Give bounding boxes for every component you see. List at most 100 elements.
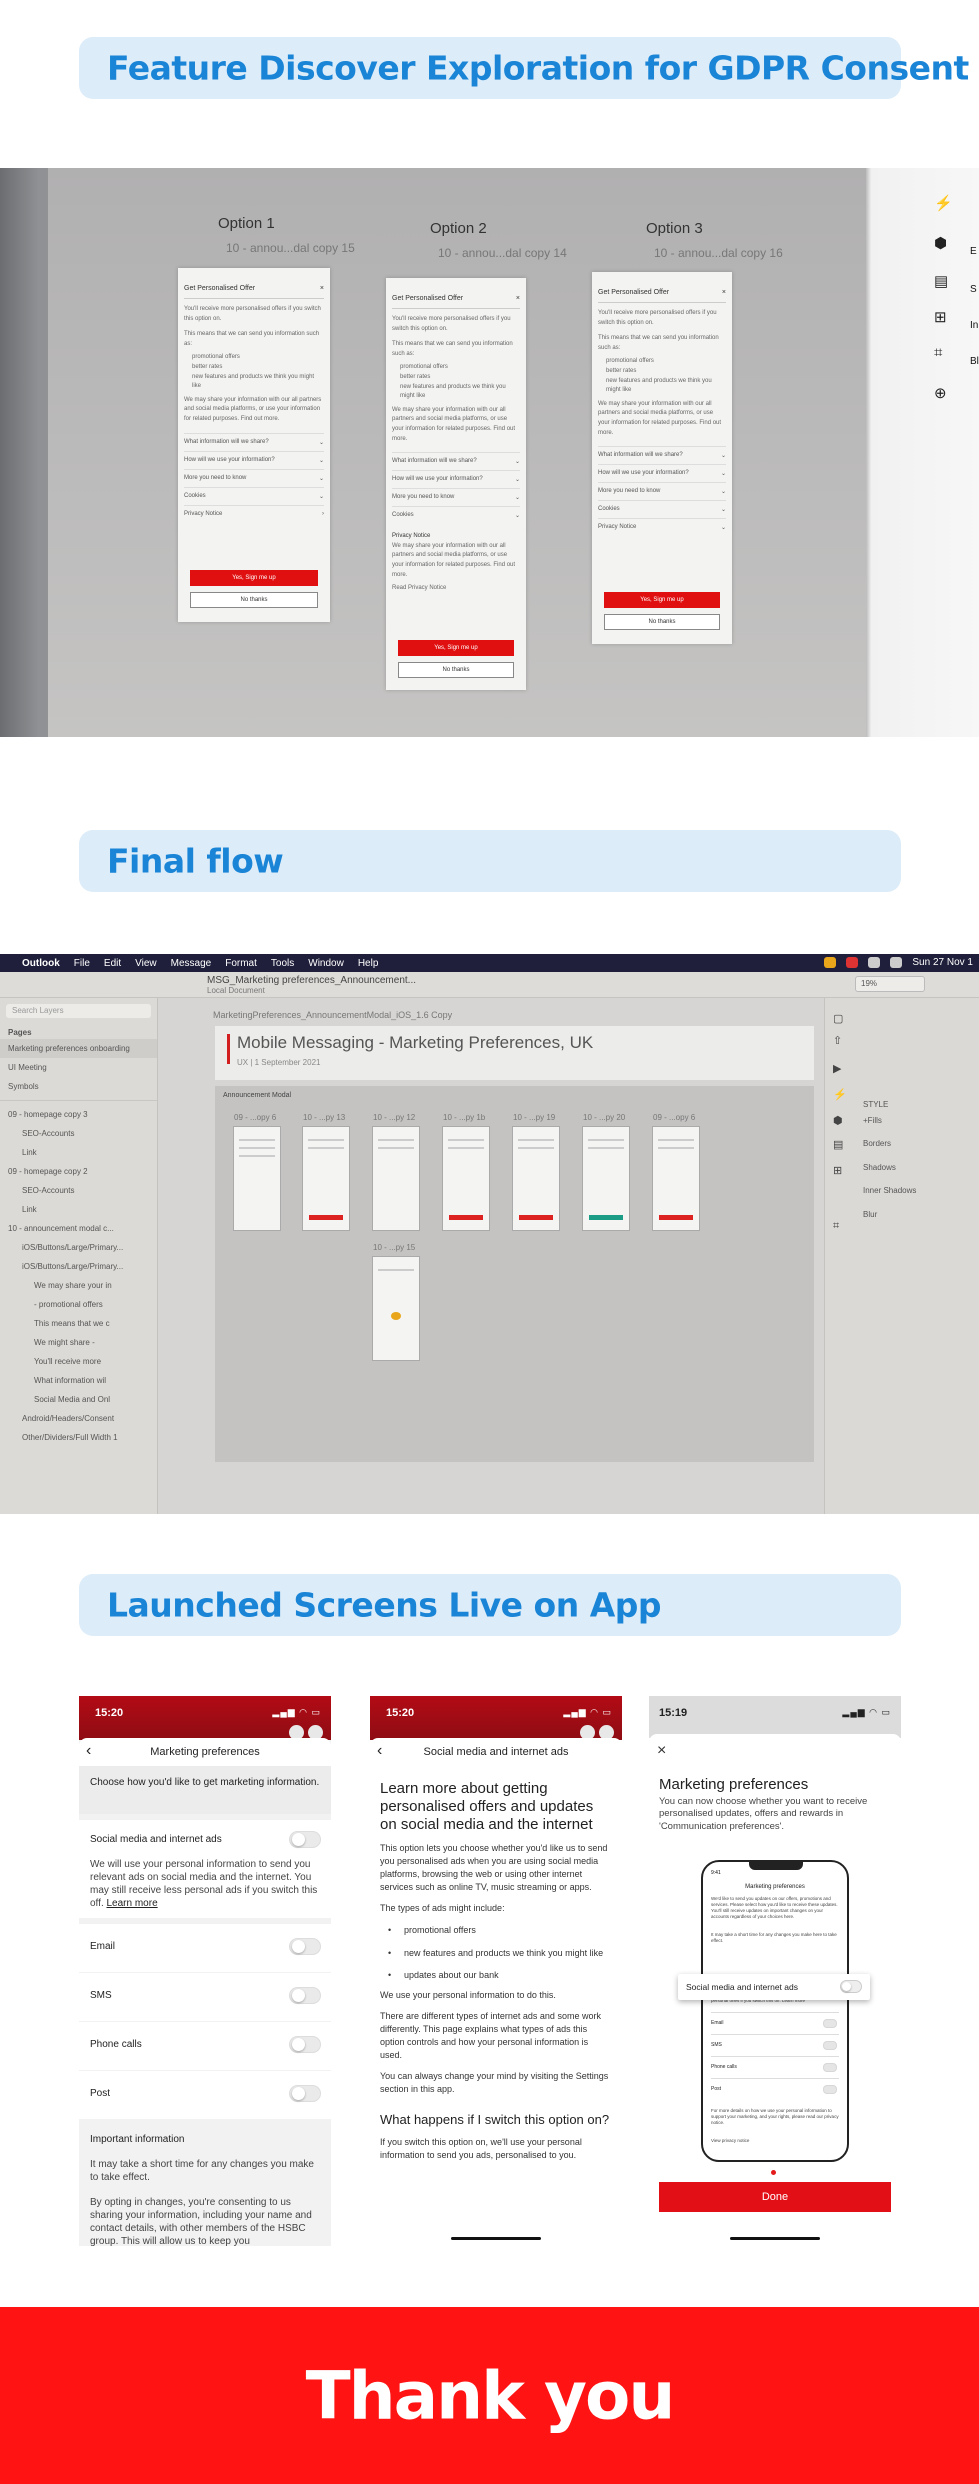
done-button[interactable]: Done (659, 2182, 891, 2212)
flow-frame[interactable]: 10 - ...py 20 (582, 1113, 630, 1231)
status-bar: 15:20 ▂▄▆ ◠ ▭ (370, 1696, 622, 1740)
inspector-borders[interactable]: Borders (863, 1139, 891, 1148)
flow-frame[interactable]: 09 - ...opy 6 (233, 1113, 281, 1231)
layer-item[interactable]: You'll receive more (0, 1352, 157, 1371)
document-subtitle: Local Document (207, 986, 265, 995)
layer-item[interactable]: Link (0, 1200, 157, 1219)
panel-label: In (970, 320, 979, 331)
email-toggle[interactable] (289, 1938, 321, 1955)
menu-app-name[interactable]: Outlook (22, 958, 60, 969)
case-study-page: Feature Discover Exploration for GDPR Co… (0, 0, 979, 2484)
paragraph: If you switch this option on, we'll use … (380, 2136, 582, 2160)
panel-label: S (970, 284, 977, 295)
layer-item[interactable]: Social Media and Onl (0, 1390, 157, 1409)
title-artboard: Mobile Messaging - Marketing Preferences… (215, 1026, 814, 1080)
menu-window[interactable]: Window (308, 958, 344, 969)
page-item[interactable]: UI Meeting (0, 1058, 157, 1077)
inspector-label: STYLE (863, 1100, 889, 1109)
flow-frame[interactable]: 10 - ...py 15 (372, 1243, 420, 1361)
layer-item[interactable]: 09 - homepage copy 3 (0, 1105, 157, 1124)
menu-edit[interactable]: Edit (104, 958, 121, 969)
layer-item[interactable]: We might share - (0, 1333, 157, 1352)
layer-item[interactable]: What information wil (0, 1371, 157, 1390)
pages-label: Pages (8, 1028, 32, 1037)
mock-intro: You'll receive more personalised offers … (598, 310, 717, 326)
crop-icon[interactable]: ⌗ (833, 1220, 847, 1232)
bolt-icon: ⚡ (934, 195, 953, 212)
channel-row-post: Post (79, 2071, 331, 2119)
layer-item[interactable]: SEO-Accounts (0, 1181, 157, 1200)
mock-header: Get Personalised Offer × (184, 273, 324, 299)
menu-message[interactable]: Message (171, 958, 212, 969)
page-item[interactable]: Symbols (0, 1077, 157, 1096)
close-icon[interactable]: × (657, 1742, 666, 1760)
flow-frame[interactable]: 10 - ...py 1b (442, 1113, 490, 1231)
sketch-toolbar: MSG_Marketing preferences_Announcement..… (0, 972, 979, 998)
menu-tools[interactable]: Tools (271, 958, 294, 969)
menu-format[interactable]: Format (225, 958, 257, 969)
nav-header: ‹ Marketing preferences (79, 1738, 331, 1766)
mini-footer: For more details on how we use your pers… (711, 2108, 839, 2126)
bolt-icon[interactable]: ⚡ (833, 1088, 847, 1101)
status-icons: ▂▄▆ ◠ ▭ (563, 1707, 612, 1717)
align-icon[interactable]: ⊞ (833, 1164, 847, 1177)
menu-file[interactable]: File (74, 958, 90, 969)
layer-item[interactable]: Other/Dividers/Full Width 1 (0, 1428, 157, 1447)
mock-row: Cookies ⌄ (392, 506, 520, 524)
menu-help[interactable]: Help (358, 958, 379, 969)
status-time: 15:19 (659, 1707, 688, 1719)
design-canvas[interactable]: MarketingPreferences_AnnouncementModal_i… (158, 998, 824, 1514)
section-title: Feature Discover Exploration for GDPR Co… (107, 48, 969, 88)
mock-row: How will we use your information? ⌄ (184, 450, 324, 469)
layout-icon[interactable]: ▤ (833, 1138, 847, 1151)
play-icon[interactable]: ▶ (833, 1062, 847, 1075)
heading: Learn more about getting personalised of… (380, 1780, 594, 1833)
layer-item[interactable]: 09 - homepage copy 2 (0, 1162, 157, 1181)
mock-row: Cookies ⌄ (598, 500, 726, 518)
layer-item[interactable]: This means that we c (0, 1314, 157, 1333)
export-icon[interactable]: ⇧ (833, 1034, 847, 1047)
mock-item: promotional offers (606, 358, 654, 365)
layer-item[interactable]: Link (0, 1143, 157, 1162)
layers-sidebar: Search Layers Pages Marketing preference… (0, 998, 158, 1514)
inspector-shadows[interactable]: Shadows (863, 1163, 896, 1172)
phone-calls-toggle[interactable] (289, 2036, 321, 2053)
layer-item[interactable]: We may share your in (0, 1276, 157, 1295)
hexagon-icon[interactable]: ⬢ (833, 1114, 847, 1127)
mini-row: Email (711, 2012, 839, 2034)
page-item[interactable]: Marketing preferences onboarding (0, 1039, 157, 1058)
flow-frame[interactable]: 10 - ...py 12 (372, 1113, 420, 1231)
social-ads-toggle[interactable] (289, 1831, 321, 1848)
sms-toggle[interactable] (289, 1987, 321, 2004)
menu-view[interactable]: View (135, 958, 157, 969)
mock-row: Privacy Notice › (184, 504, 324, 522)
layer-item[interactable]: iOS/Buttons/Large/Primary... (0, 1238, 157, 1257)
zoom-select[interactable]: 19% (855, 976, 925, 992)
search-layers-input[interactable]: Search Layers (6, 1004, 151, 1018)
mock-row: What information will we share? ⌄ (184, 432, 324, 451)
status-icon[interactable] (824, 957, 837, 968)
layer-item[interactable]: SEO-Accounts (0, 1124, 157, 1143)
flow-frame[interactable]: 10 - ...py 19 (512, 1113, 560, 1231)
mock-item: new features and products we think you m… (400, 383, 506, 400)
layer-item[interactable]: 10 - announcement modal c... (0, 1219, 157, 1238)
inspector-fills[interactable]: +Fills (863, 1116, 882, 1125)
mock-header: Get Personalised Offer × (392, 283, 520, 309)
wifi-icon[interactable] (868, 957, 881, 968)
inspector-inner-shadows[interactable]: Inner Shadows (863, 1186, 916, 1195)
status-icon[interactable] (846, 957, 859, 968)
flow-frame[interactable]: 09 - ...opy 6 (652, 1113, 700, 1231)
post-toggle[interactable] (289, 2085, 321, 2102)
insert-icon[interactable]: ▢ (833, 1012, 847, 1025)
paragraph: This option lets you choose whether you'… (380, 1843, 608, 1893)
mock-row: More you need to know ⌄ (392, 488, 520, 506)
battery-icon[interactable] (890, 957, 903, 968)
layer-item[interactable]: - promotional offers (0, 1295, 157, 1314)
inspector-blur[interactable]: Blur (863, 1210, 877, 1219)
flow-frame[interactable]: 10 - ...py 13 (302, 1113, 350, 1231)
layer-item[interactable]: Android/Headers/Consent (0, 1409, 157, 1428)
menubar-clock: Sun 27 Nov 1 (912, 957, 973, 968)
layer-item[interactable]: iOS/Buttons/Large/Primary... (0, 1257, 157, 1276)
paragraph: There are different types of internet ad… (380, 2011, 601, 2061)
learn-more-link[interactable]: Learn more (107, 1898, 158, 1909)
